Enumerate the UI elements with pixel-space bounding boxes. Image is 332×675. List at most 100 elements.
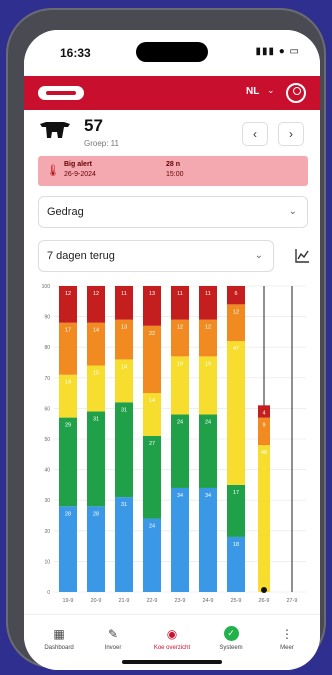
period-select[interactable]: 7 dagen terug ⌄ [38,240,274,272]
bar-segment [87,506,105,592]
bar-value-label: 14 [65,380,71,386]
bar-value-label: 11 [205,291,211,297]
behavior-chart: 0 10 20 30 40 50 60 70 80 90 100 28 29 14 17 12 19-9 28 31… [42,284,306,604]
bar-value-label: 12 [177,325,183,331]
bar-value-label: 28 [65,511,71,517]
bar-value-label: 9 [262,423,265,429]
status-bar: 16:33 ▮▮▮ ● ▭ [24,30,320,76]
bar-value-label: 14 [93,328,99,334]
chevron-down-icon: ⌄ [288,206,297,217]
x-tick-label: 26-9 [258,598,269,604]
x-tick-label: 23-9 [174,598,185,604]
bar-segment [171,414,189,488]
bar-value-label: 34 [177,493,183,499]
line-chart-icon[interactable] [294,248,310,264]
edit-icon: ✎ [107,627,119,641]
status-time: 16:33 [60,46,91,60]
bar-value-label: 17 [65,328,71,334]
alert-date: 26-9-2024 [64,171,96,178]
alert-title: Big alert [64,161,93,168]
bar-value-label: 11 [177,291,183,297]
app-screen: 16:33 ▮▮▮ ● ▭ NL ⌄ 57 Groep: 11 ‹ › 🌡 Bi… [24,30,320,670]
language-selector[interactable]: NL [246,86,259,97]
home-indicator [122,660,222,664]
tab-label: Koe overzicht [153,645,191,651]
bar-value-label: 24 [205,420,211,426]
y-tick-label: 10 [44,559,50,565]
bar-value-label: 19 [177,361,183,367]
brand-logo [38,86,84,100]
x-tick-label: 22-9 [146,598,157,604]
check-icon: ✓ [223,626,239,641]
x-tick-label: 20-9 [90,598,101,604]
y-tick-label: 80 [44,345,50,351]
user-icon[interactable] [286,83,306,103]
tab-label: Dashboard [44,645,74,651]
thermometer-icon: 🌡 [46,165,60,177]
bar-segment [258,445,270,592]
x-tick-label: 25-9 [230,598,241,604]
bar-segment [115,402,133,498]
current-day-marker [261,587,267,593]
next-cow-button[interactable]: › [278,122,304,146]
alert-banner[interactable]: 🌡 Big alert 26-9-2024 28 n 15:00 [38,156,308,186]
phone-frame: 16:33 ▮▮▮ ● ▭ NL ⌄ 57 Groep: 11 ‹ › 🌡 Bi… [6,8,326,670]
bar-value-label: 29 [65,423,71,429]
bar-value-label: 22 [149,331,155,337]
y-tick-label: 70 [44,376,50,382]
bar-value-label: 13 [121,325,127,331]
x-tick-label: 27-9 [286,598,297,604]
alert-time: 15:00 [166,171,184,178]
bar-segment [59,506,77,592]
bar-value-label: 14 [121,364,127,370]
tab-dashboard[interactable]: ▦ Dashboard [32,615,86,670]
y-tick-label: 20 [44,529,50,535]
bar-segment [143,518,161,592]
period-value: 7 dagen terug [47,250,115,262]
dynamic-island [136,42,208,62]
chevron-down-icon: ⌄ [254,250,263,261]
bar-segment [143,435,161,519]
category-value: Gedrag [47,206,84,218]
bar-value-label: 12 [205,325,211,331]
bar-value-label: 12 [65,291,71,297]
y-tick-label: 100 [42,284,51,290]
cow-number: 57 [84,116,103,135]
y-tick-label: 90 [44,315,50,321]
bar-segment [87,411,105,507]
bar-segment [199,487,217,592]
bar-value-label: 27 [149,441,155,447]
previous-cow-button[interactable]: ‹ [242,122,268,146]
bar-value-label: 13 [149,291,155,297]
bar-value-label: 6 [234,291,237,297]
bar-segment [199,414,217,488]
bar-value-label: 47 [233,346,239,352]
bar-value-label: 4 [262,410,265,416]
category-select[interactable]: Gedrag ⌄ [38,196,308,228]
alert-duration: 28 n [166,161,181,168]
y-tick-label: 0 [47,590,50,596]
bar-value-label: 31 [121,407,127,413]
y-tick-label: 60 [44,406,50,412]
bar-segment [115,497,133,592]
bar-value-label: 24 [177,420,183,426]
tab-meer[interactable]: ⋮ Meer [260,615,314,670]
bar-segment [227,341,245,485]
x-tick-label: 21-9 [118,598,129,604]
bar-value-label: 48 [261,450,267,456]
x-tick-label: 19-9 [62,598,73,604]
y-tick-label: 30 [44,498,50,504]
bar-value-label: 12 [93,291,99,297]
bar-value-label: 34 [205,493,211,499]
bar-value-label: 19 [205,361,211,367]
chevron-down-icon[interactable]: ⌄ [267,85,275,96]
bar-value-label: 31 [121,502,127,508]
x-tick-label: 24-9 [202,598,213,604]
bar-segment [171,487,189,592]
tab-label: Invoer [104,645,122,651]
tab-label: Systeem [219,645,243,651]
bar-value-label: 28 [93,511,99,517]
more-icon: ⋮ [281,627,293,641]
tab-label: Meer [280,645,294,651]
bar-value-label: 12 [233,309,239,315]
